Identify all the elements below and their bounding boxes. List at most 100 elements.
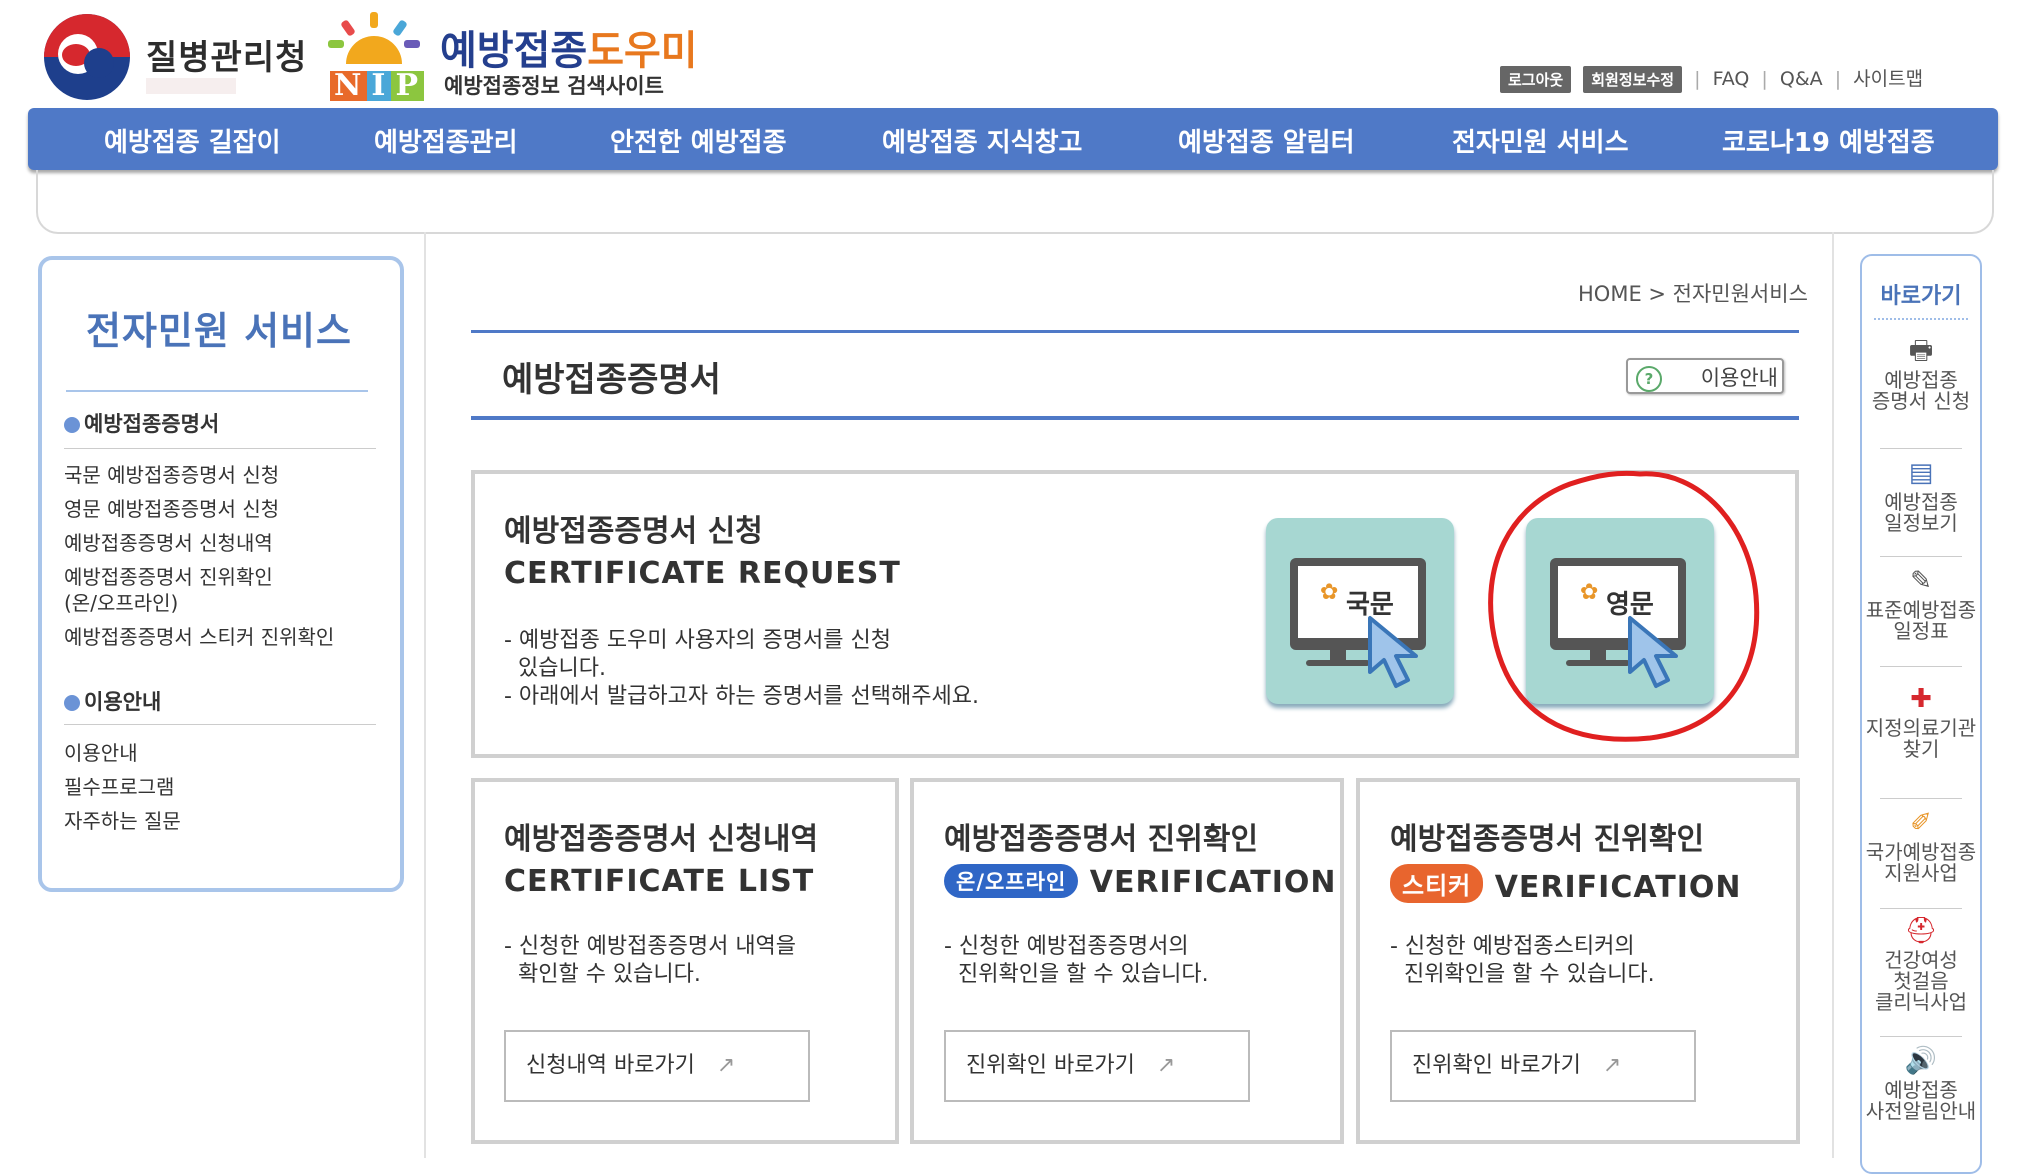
divider [1880, 1036, 1962, 1037]
printer-icon: 🖶 [1908, 336, 1934, 366]
nip-logo: NIP [330, 68, 425, 103]
request-desc-3: - 아래에서 발급하고자 하는 증명서를 선택해주세요. [504, 684, 979, 709]
nav-item-safe-vaccination[interactable]: 안전한 예방접종 [610, 122, 787, 159]
list-title: 예방접종증명서 신청내역 [504, 822, 819, 857]
sidebar-item-required-programs[interactable]: 필수프로그램 [64, 774, 174, 800]
calendar-icon: ▤ [1908, 458, 1934, 488]
quick-menu-title: 바로가기 [1880, 284, 1962, 309]
divider [1874, 318, 1968, 320]
nip-letter-p: P [391, 71, 425, 101]
logout-button[interactable]: 로그아웃 [1500, 66, 1572, 93]
nav-item-e-civil-service[interactable]: 전자민원 서비스 [1452, 122, 1629, 159]
quick-item-national-support[interactable]: ✐ 국가예방접종 지원사업 [1860, 808, 1982, 884]
request-history-link-button[interactable]: 신청내역 바로가기 ↗ [504, 1030, 810, 1102]
sidebar-item-guide[interactable]: 이용안내 [64, 740, 138, 766]
quick-item-women-health-clinic[interactable]: ⛑ 건강여성 첫걸음 클리닉사업 [1860, 916, 1982, 1013]
sidebar-item-faq[interactable]: 자주하는 질문 [64, 808, 181, 834]
verify-sticker-desc-2: 진위확인을 할 수 있습니다. [1390, 962, 1655, 987]
verify-sticker-desc-1: - 신청한 예방접종스티커의 [1390, 934, 1635, 959]
sidebar-item-request-history[interactable]: 예방접종증명서 신청내역 [64, 530, 273, 556]
speaker-icon: 🔊 [1904, 1046, 1938, 1076]
quick-item-label: 국가예방접종 [1865, 840, 1977, 864]
content-right-border [1832, 232, 1834, 1158]
document-icon: ✐ [1910, 808, 1932, 838]
sidebar-title: 전자민원 서비스 [86, 309, 352, 353]
first-aid-icon: ⛑ [1904, 916, 1938, 946]
request-desc-2: 있습니다. [504, 656, 606, 681]
external-link-icon: ↗ [716, 1053, 736, 1078]
divider [64, 724, 376, 725]
quick-item-standard-schedule[interactable]: ✎ 표준예방접종 일정표 [1860, 566, 1982, 642]
sidebar-item-sticker-verification[interactable]: 예방접종증명서 스티커 진위확인 [64, 624, 334, 650]
sitemap-link[interactable]: 사이트맵 [1853, 68, 1923, 90]
bullet-icon [64, 417, 80, 433]
sub-nav-bar [36, 170, 1994, 234]
sticker-badge: 스티커 [1390, 864, 1484, 903]
quick-item-label: 예방접종 [1884, 490, 1958, 514]
quick-item-advance-notice[interactable]: 🔊 예방접종 사전알림안내 [1860, 1046, 1982, 1122]
quick-item-label: 지원사업 [1884, 861, 1958, 885]
utility-links: 로그아웃 회원정보수정 | FAQ | Q&A | 사이트맵 [1500, 64, 1923, 93]
verify-online-link-label: 진위확인 바로가기 [966, 1053, 1135, 1078]
quick-item-certificate-request[interactable]: 🖶 예방접종 증명서 신청 [1860, 336, 1982, 412]
breadcrumb: HOME > 전자민원서비스 [1578, 282, 1808, 306]
verify-online-link-button[interactable]: 진위확인 바로가기 ↗ [944, 1030, 1250, 1102]
request-history-link-label: 신청내역 바로가기 [526, 1053, 695, 1078]
nav-item-vaccination-guide[interactable]: 예방접종 길잡이 [104, 122, 281, 159]
sidebar-item-verification[interactable]: 예방접종증명서 진위확인 [64, 564, 273, 590]
divider [1880, 556, 1962, 557]
quick-item-label: 증명서 신청 [1871, 389, 1971, 413]
sidebar-item-verification-sub[interactable]: (온/오프라인) [64, 590, 178, 616]
qna-link[interactable]: Q&A [1780, 68, 1823, 90]
sidebar-section-certificate[interactable]: 예방접종증명서 [64, 408, 219, 438]
sidebar-item-korean-certificate[interactable]: 국문 예방접종증명서 신청 [64, 462, 279, 488]
nav-item-knowledge[interactable]: 예방접종 지식창고 [882, 122, 1082, 159]
nav-item-notice[interactable]: 예방접종 알림터 [1178, 122, 1355, 159]
verify-sticker-eng-label: VERIFICATION [1494, 870, 1742, 905]
kdca-logo[interactable] [44, 14, 130, 100]
edit-member-info-button[interactable]: 회원정보수정 [1583, 66, 1683, 93]
faq-link[interactable]: FAQ [1713, 68, 1750, 90]
external-link-icon: ↗ [1602, 1053, 1622, 1078]
request-eng-title: CERTIFICATE REQUEST [504, 556, 901, 591]
quick-item-label: 찾기 [1902, 737, 1940, 761]
sidebar-item-english-certificate[interactable]: 영문 예방접종증명서 신청 [64, 496, 279, 522]
quick-item-label: 사전알림안내 [1865, 1099, 1977, 1123]
divider [64, 448, 376, 449]
nav-item-covid19[interactable]: 코로나19 예방접종 [1722, 122, 1935, 159]
sidebar-section-label: 예방접종증명서 [84, 412, 220, 436]
verify-online-title: 예방접종증명서 진위확인 [944, 822, 1259, 857]
request-desc-1: - 예방접종 도우미 사용자의 증명서를 신청 [504, 628, 891, 653]
verify-sticker-link-label: 진위확인 바로가기 [1412, 1053, 1581, 1078]
sidebar-section-guide[interactable]: 이용안내 [64, 686, 161, 716]
nav-item-vaccination-management[interactable]: 예방접종관리 [374, 122, 518, 159]
verify-online-eng-label: VERIFICATION [1089, 865, 1337, 900]
sun-logo-icon [328, 12, 420, 64]
cursor-icon [1368, 616, 1418, 688]
org-name[interactable]: 질병관리청 [146, 30, 307, 79]
list-eng-title: CERTIFICATE LIST [504, 864, 815, 899]
verify-online-desc-2: 진위확인을 할 수 있습니다. [944, 962, 1209, 987]
divider [1880, 666, 1962, 667]
verify-sticker-title: 예방접종증명서 진위확인 [1390, 822, 1705, 857]
divider [471, 416, 1799, 420]
quick-item-label: 일정표 [1893, 619, 1949, 643]
quick-item-find-hospital[interactable]: ✚ 지정의료기관 찾기 [1860, 684, 1982, 760]
divider [1880, 908, 1962, 909]
verify-sticker-link-button[interactable]: 진위확인 바로가기 ↗ [1390, 1030, 1696, 1102]
korean-certificate-button[interactable]: ✿ 국문 [1266, 518, 1454, 704]
syringe-icon: ✎ [1910, 566, 1932, 596]
verify-online-eng: 온/오프라인 VERIFICATION [944, 864, 1337, 900]
quick-item-label: 표준예방접종 [1865, 598, 1977, 622]
site-name[interactable]: 예방접종도우미 [440, 18, 698, 76]
quick-item-label: 클리닉사업 [1875, 990, 1967, 1014]
util-separator: | [1834, 68, 1842, 90]
verify-sticker-eng: 스티커 VERIFICATION [1390, 864, 1741, 905]
external-link-icon: ↗ [1156, 1053, 1176, 1078]
quick-item-label: 첫걸음 [1893, 969, 1949, 993]
quick-item-schedule[interactable]: ▤ 예방접종 일정보기 [1860, 458, 1982, 534]
quick-item-label: 일정보기 [1884, 511, 1958, 535]
request-title: 예방접종증명서 신청 [504, 514, 763, 549]
list-desc-2: 확인할 수 있습니다. [504, 962, 701, 987]
usage-guide-button[interactable]: ? 이용안내 [1626, 358, 1784, 394]
